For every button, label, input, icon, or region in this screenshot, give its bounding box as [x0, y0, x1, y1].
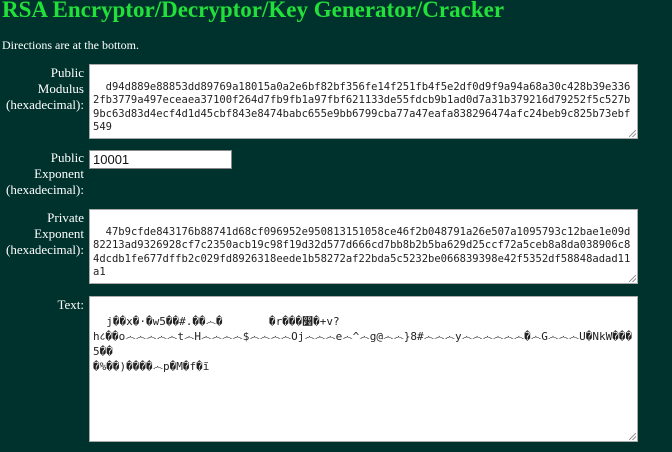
modulus-textarea[interactable]: d94d889e88853dd89769a18015a0a2e6bf82bf35… — [89, 64, 638, 139]
modulus-value: d94d889e88853dd89769a18015a0a2e6bf82bf35… — [93, 80, 631, 134]
public-exponent-label-line-1: Public — [50, 150, 84, 165]
modulus-label-line-2: Modulus — [37, 81, 84, 96]
public-exponent-label: Public Exponent (hexadecimal): — [2, 150, 84, 198]
modulus-label-line-3: (hexadecimal): — [6, 97, 84, 112]
resize-grip-icon[interactable] — [629, 275, 636, 282]
text-value: j��x�·�w5��#.��෴� �r���෸�+v? h८��o෴෴෴෴෴t… — [93, 315, 633, 373]
text-label: Text: — [2, 297, 84, 313]
resize-grip-icon[interactable] — [629, 433, 636, 440]
public-exponent-value: 10001 — [93, 152, 130, 167]
text-label-line: Text: — [57, 297, 84, 312]
public-exponent-label-line-3: (hexadecimal): — [6, 182, 84, 197]
modulus-label: Public Modulus (hexadecimal): — [2, 65, 84, 113]
private-exponent-label-line-3: (hexadecimal): — [6, 242, 84, 257]
modulus-label-line-1: Public — [50, 65, 84, 80]
private-exponent-textarea[interactable]: 47b9cfde843176b88741d68cf096952e95081315… — [89, 209, 638, 284]
resize-grip-icon[interactable] — [629, 130, 636, 137]
text-textarea[interactable]: j��x�·�w5��#.��෴� �r���෸�+v? h८��o෴෴෴෴෴t… — [89, 296, 638, 442]
page-title: RSA Encryptor/Decryptor/Key Generator/Cr… — [2, 0, 505, 22]
directions-note: Directions are at the bottom. — [2, 38, 139, 52]
private-exponent-value: 47b9cfde843176b88741d68cf096952e95081315… — [93, 225, 631, 279]
private-exponent-label-line-1: Private — [47, 210, 84, 225]
private-exponent-label-line-2: Exponent — [34, 226, 84, 241]
private-exponent-label: Private Exponent (hexadecimal): — [2, 210, 84, 258]
public-exponent-input[interactable]: 10001 — [89, 150, 232, 169]
public-exponent-label-line-2: Exponent — [34, 166, 84, 181]
